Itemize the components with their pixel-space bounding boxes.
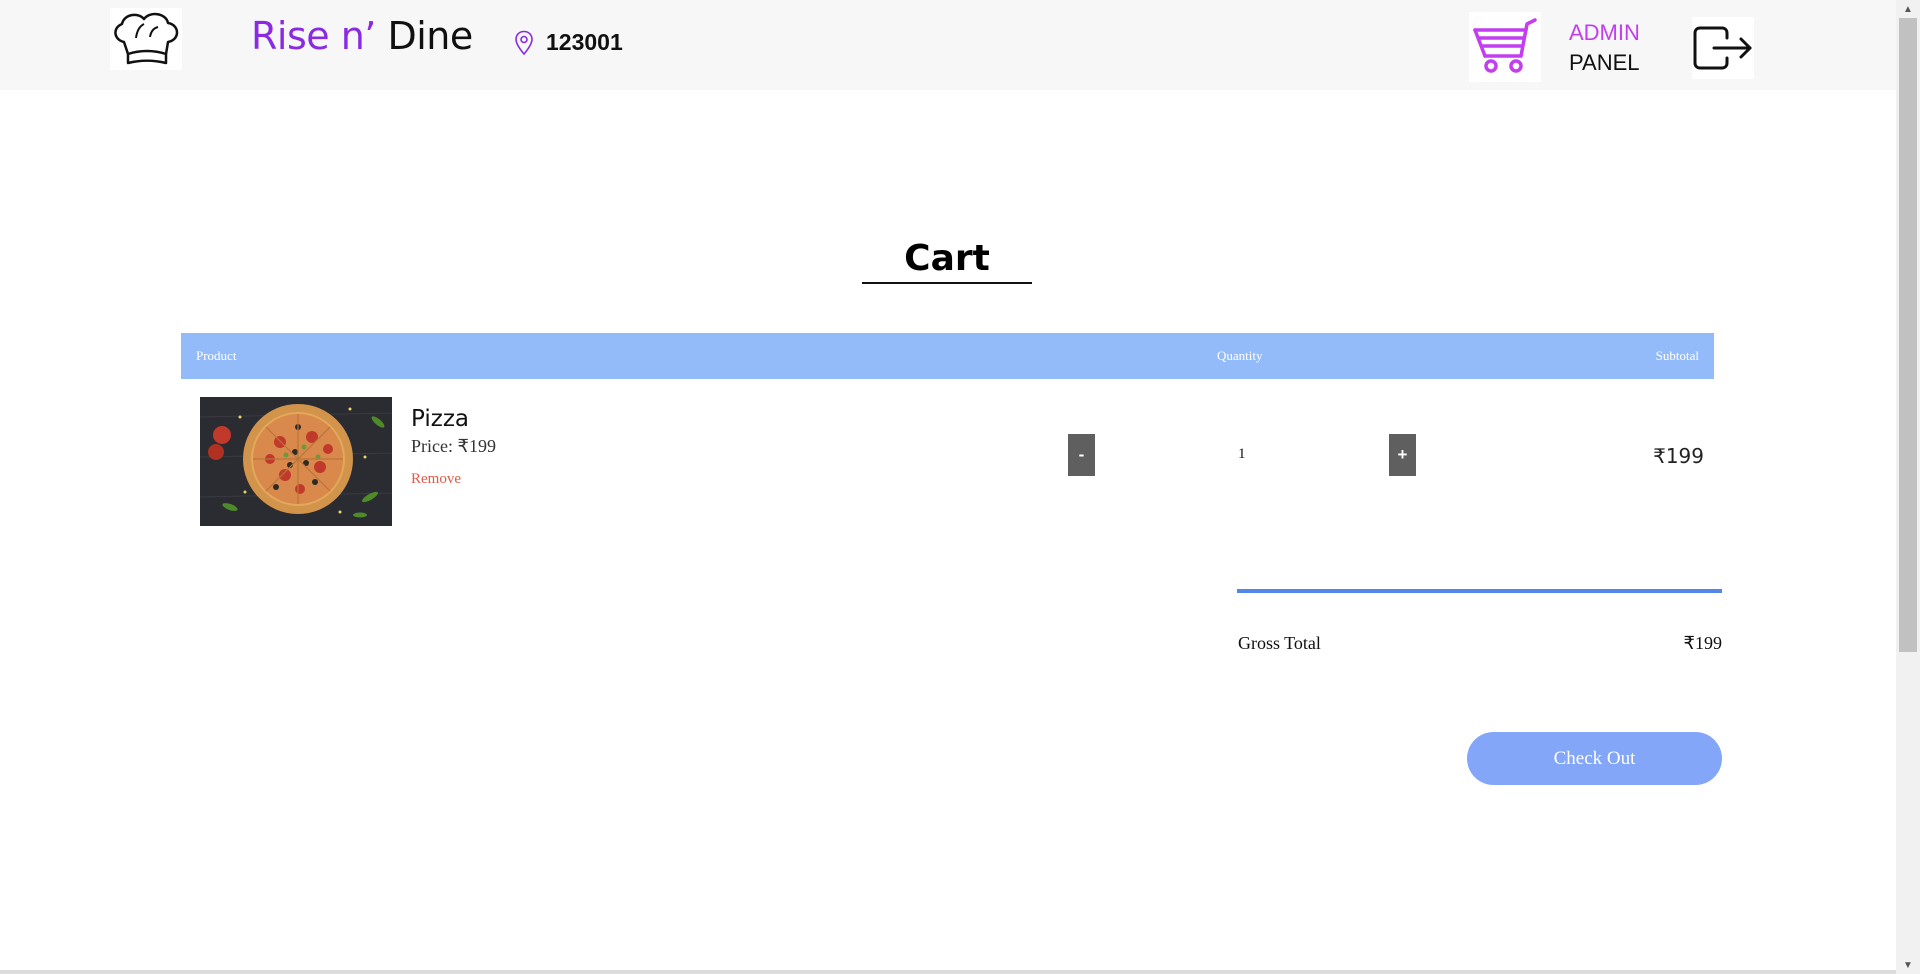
admin-panel-link[interactable]: ADMIN PANEL [1569,18,1640,78]
pincode-text: 123001 [546,29,623,55]
scrollbar-thumb[interactable] [1899,18,1917,652]
quantity-value: 1 [1238,446,1246,462]
location-pincode[interactable]: 123001 [514,29,623,56]
panel-label: PANEL [1569,50,1640,75]
column-quantity: Quantity [1217,348,1263,363]
column-product: Product [196,348,237,363]
item-subtotal: ₹199 [1653,444,1704,468]
cart-title: Cart [904,238,990,279]
brand-rest-text: Dine [375,14,473,58]
admin-label: ADMIN [1569,20,1640,45]
vertical-scrollbar[interactable]: ▲ ▼ [1896,0,1920,974]
column-subtotal: Subtotal [1655,348,1699,363]
site-header: Rise n’ Dine 123001 ADMIN PANEL [0,0,1896,90]
decrease-quantity-button[interactable]: - [1068,434,1095,476]
checkout-button[interactable]: Check Out [1467,732,1722,785]
scroll-down-icon[interactable]: ▼ [1896,956,1920,974]
horizontal-scrollbar[interactable] [0,970,1896,974]
remove-item-link[interactable]: Remove [411,471,461,488]
brand-name[interactable]: Rise n’ Dine [251,14,473,58]
logout-icon[interactable] [1692,17,1754,79]
map-pin-icon [515,30,533,55]
product-price: Price: ₹199 [411,436,496,456]
title-underline [862,282,1032,284]
chef-hat-icon[interactable] [110,8,182,70]
gross-total-label: Gross Total [1238,633,1321,653]
increase-quantity-button[interactable]: + [1389,434,1416,476]
pizza-image [200,397,392,526]
shopping-cart-icon[interactable] [1469,12,1541,82]
gross-total-value: ₹199 [1683,633,1722,653]
scroll-up-icon[interactable]: ▲ [1896,0,1920,18]
product-name: Pizza [411,406,469,432]
totals-divider [1237,589,1722,593]
cart-table-header: Product Quantity Subtotal [181,333,1714,379]
brand-accent-text: Rise n’ [251,14,376,58]
